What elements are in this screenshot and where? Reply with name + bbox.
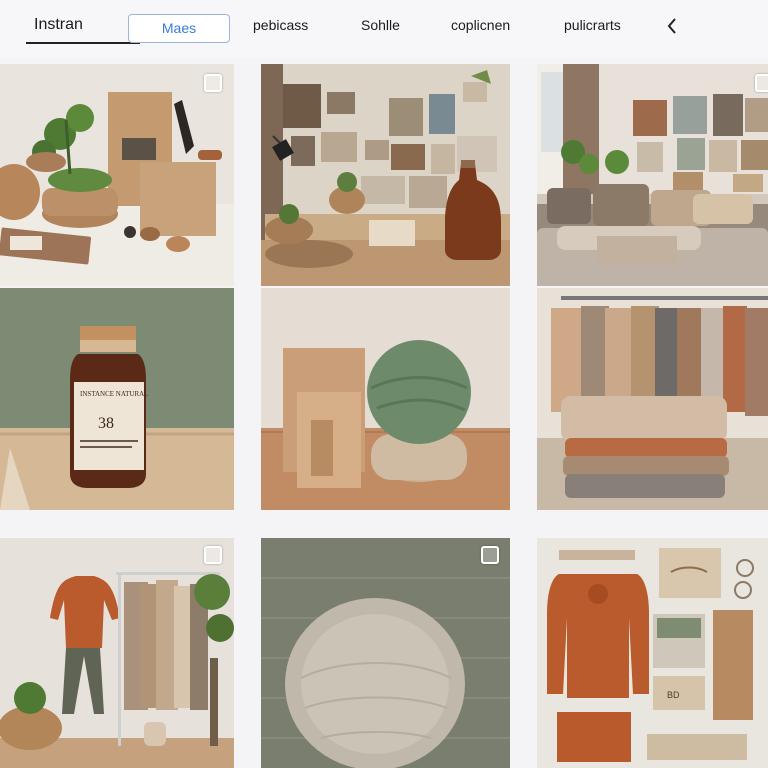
tab-pulicrarts[interactable]: pulicrarts	[564, 17, 621, 33]
select-checkbox[interactable]	[204, 546, 222, 564]
app-logo-text[interactable]: Instran	[34, 16, 83, 34]
select-checkbox[interactable]	[481, 546, 499, 564]
chevron-left-icon[interactable]	[664, 16, 680, 36]
tile-image-knit-pouf	[261, 538, 510, 768]
top-navigation-bar: Instran Maes pebicass Sohlle coplicnen p…	[0, 0, 768, 58]
grid-tile-box-yarn[interactable]	[261, 288, 510, 510]
tab-pebicass[interactable]: pebicass	[253, 17, 308, 33]
tab-coplicnen[interactable]: coplicnen	[451, 17, 510, 33]
logo-underline	[26, 42, 140, 44]
svg-text:INSTANCE NATURAL: INSTANCE NATURAL	[80, 390, 148, 398]
tile-image-flatlay: BD	[537, 538, 768, 768]
select-checkbox[interactable]	[755, 74, 768, 92]
grid-tile-amber-bottle[interactable]: INSTANCE NATURAL 38	[0, 288, 234, 510]
tile-image-gallery-jar	[261, 64, 510, 286]
grid-tile-flatlay[interactable]: BD	[537, 538, 768, 768]
grid-tile-rack-knits[interactable]	[537, 288, 768, 510]
tile-image-sweater-rack	[0, 538, 234, 768]
grid-tile-plants-boxes[interactable]	[0, 64, 234, 286]
select-checkbox[interactable]	[204, 74, 222, 92]
tile-image-living-room	[537, 64, 768, 286]
grid-tile-living-room[interactable]	[537, 64, 768, 286]
tile-image-rack-knits	[537, 288, 768, 510]
tile-image-plants-boxes	[0, 64, 234, 286]
tab-sohlle[interactable]: Sohlle	[361, 17, 400, 33]
tile-image-box-yarn	[261, 288, 510, 510]
bottle-label-number: 38	[98, 415, 114, 432]
grid-tile-gallery-jar[interactable]	[261, 64, 510, 286]
tab-maes[interactable]: Maes	[128, 14, 230, 43]
grid-tile-knit-pouf[interactable]	[261, 538, 510, 768]
grid-tile-sweater-rack[interactable]	[0, 538, 234, 768]
tag-text: BD	[667, 690, 680, 700]
tile-image-amber-bottle: INSTANCE NATURAL 38	[0, 288, 234, 510]
